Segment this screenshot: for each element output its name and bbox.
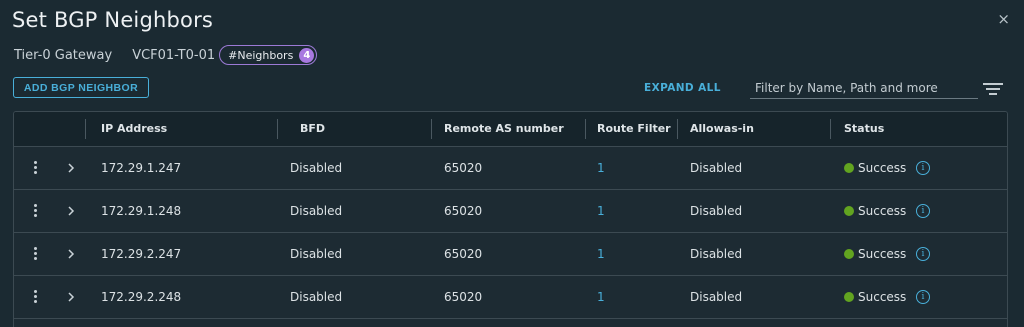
bfd-cell: Disabled (290, 247, 343, 261)
bgp-neighbors-table: IP Address BFD Remote AS number Route Fi… (13, 111, 1008, 327)
bfd-cell: Disabled (290, 161, 343, 175)
remote-as-cell: 65020 (444, 204, 483, 218)
remote-as-cell: 65020 (444, 247, 483, 261)
column-separator[interactable] (677, 119, 678, 139)
status-cell: Success (858, 161, 907, 175)
column-header-bfd[interactable]: BFD (300, 112, 325, 146)
filter-input[interactable] (750, 78, 978, 99)
neighbors-count-badge: 4 (299, 47, 315, 63)
column-header-route-filter[interactable]: Route Filter (597, 112, 671, 146)
success-status-dot-icon (844, 163, 854, 173)
column-separator[interactable] (585, 119, 586, 139)
chevron-right-icon[interactable] (66, 205, 76, 217)
allowas-in-cell: Disabled (690, 247, 743, 261)
chevron-right-icon[interactable] (66, 248, 76, 260)
close-icon[interactable]: × (997, 12, 1010, 27)
kebab-menu-icon[interactable] (32, 247, 40, 261)
info-icon[interactable]: i (916, 247, 930, 261)
ip-address-cell: 172.29.1.247 (101, 161, 182, 175)
column-header-ip-address[interactable]: IP Address (101, 112, 167, 146)
route-filter-link[interactable]: 1 (597, 276, 605, 318)
success-status-dot-icon (844, 206, 854, 216)
allowas-in-cell: Disabled (690, 204, 743, 218)
remote-as-cell: 65020 (444, 161, 483, 175)
add-bgp-neighbor-button[interactable]: ADD BGP NEIGHBOR (13, 77, 149, 98)
table-row[interactable]: 172.29.2.248 Disabled 65020 1 Disabled Succes… (14, 276, 1007, 319)
filter-icon[interactable] (983, 82, 1003, 96)
column-separator[interactable] (431, 119, 432, 139)
column-header-remote-as[interactable]: Remote AS number (444, 112, 564, 146)
kebab-menu-icon[interactable] (32, 204, 40, 218)
allowas-in-cell: Disabled (690, 290, 743, 304)
success-status-dot-icon (844, 292, 854, 302)
kebab-menu-icon[interactable] (32, 161, 40, 175)
chevron-right-icon[interactable] (66, 291, 76, 303)
route-filter-link[interactable]: 1 (597, 190, 605, 232)
info-icon[interactable]: i (916, 290, 930, 304)
success-status-dot-icon (844, 249, 854, 259)
route-filter-link[interactable]: 1 (597, 147, 605, 189)
column-header-status[interactable]: Status (844, 112, 884, 146)
column-header-allowas-in[interactable]: Allowas-in (690, 112, 754, 146)
ip-address-cell: 172.29.1.248 (101, 204, 182, 218)
allowas-in-cell: Disabled (690, 161, 743, 175)
column-separator (85, 119, 86, 139)
neighbors-tag[interactable]: #Neighbors 4 (219, 45, 318, 65)
info-icon[interactable]: i (916, 204, 930, 218)
bfd-cell: Disabled (290, 204, 343, 218)
dialog-title: Set BGP Neighbors (12, 8, 214, 32)
gateway-name: VCF01-T0-01 (132, 47, 216, 63)
column-separator[interactable] (830, 119, 831, 139)
ip-address-cell: 172.29.2.248 (101, 290, 182, 304)
gateway-info: Tier-0 Gateway VCF01-T0-01 #Neighbors 4 (14, 45, 318, 65)
remote-as-cell: 65020 (444, 290, 483, 304)
bfd-cell: Disabled (290, 290, 343, 304)
route-filter-link[interactable]: 1 (597, 233, 605, 275)
expand-all-link[interactable]: EXPAND ALL (644, 82, 721, 94)
status-cell: Success (858, 290, 907, 304)
column-separator[interactable] (277, 119, 278, 139)
ip-address-cell: 172.29.2.247 (101, 247, 182, 261)
table-header: IP Address BFD Remote AS number Route Fi… (14, 112, 1007, 147)
status-cell: Success (858, 247, 907, 261)
info-icon[interactable]: i (916, 161, 930, 175)
gateway-label: Tier-0 Gateway (14, 47, 113, 63)
status-cell: Success (858, 204, 907, 218)
neighbors-tag-label: #Neighbors (228, 48, 294, 62)
kebab-menu-icon[interactable] (32, 290, 40, 304)
table-row[interactable]: 172.29.1.248 Disabled 65020 1 Disabled Succes… (14, 190, 1007, 233)
table-row[interactable]: 172.29.1.247 Disabled 65020 1 Disabled Succes… (14, 147, 1007, 190)
table-row[interactable]: 172.29.2.247 Disabled 65020 1 Disabled Succes… (14, 233, 1007, 276)
chevron-right-icon[interactable] (66, 162, 76, 174)
